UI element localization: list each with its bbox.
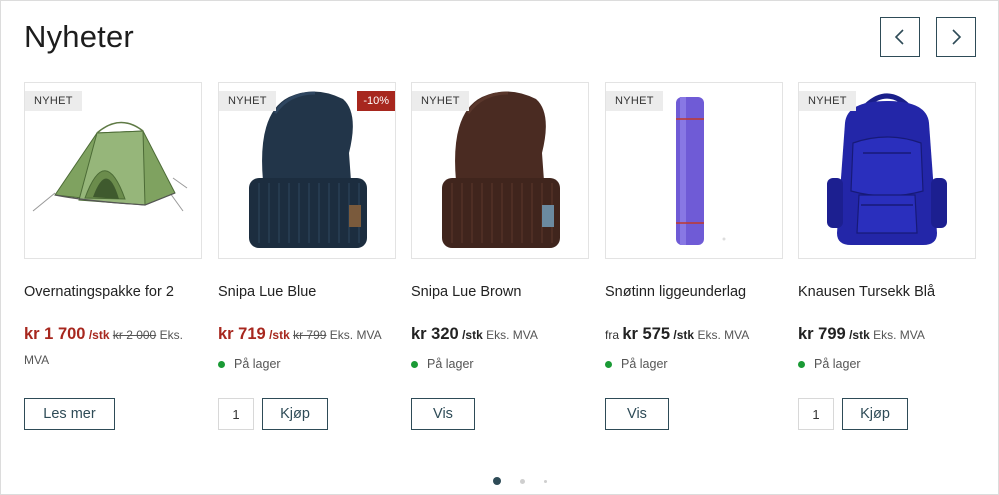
pagination-dot[interactable]: [544, 479, 547, 483]
in-stock-dot-icon: [605, 360, 612, 368]
price-from-label: fra: [605, 328, 620, 342]
carousel-pagination: [493, 477, 566, 485]
product-card: NYHET Overnatingspakke for 2 kr 1 700 /s…: [24, 82, 202, 430]
buy-button[interactable]: Kjøp: [842, 398, 908, 430]
product-image-link[interactable]: NYHET: [798, 82, 976, 259]
product-image-link[interactable]: NYHET -10%: [218, 82, 396, 259]
in-stock-dot-icon: [411, 360, 418, 368]
price-line: kr 719 /stk kr 799 Eks. MVA: [218, 322, 396, 348]
quantity-input[interactable]: 1: [798, 398, 834, 430]
in-stock-dot-icon: [218, 360, 225, 368]
price: kr 799: [798, 325, 846, 343]
stock-status: På lager: [798, 357, 861, 371]
price-line: kr 1 700 /stk kr 2 000 Eks. MVA: [24, 322, 202, 373]
new-badge: NYHET: [799, 91, 856, 111]
product-name[interactable]: Snipa Lue Blue: [218, 284, 316, 300]
product-card: NYHET -10% Snipa Lue Blue kr 719 /stk kr…: [218, 82, 396, 430]
stock-label: På lager: [814, 357, 861, 371]
price-unit: /stk: [88, 328, 110, 342]
price-line: kr 799 /stk Eks. MVA: [798, 322, 976, 348]
old-price: kr 799: [293, 328, 327, 342]
price-unit: /stk: [269, 328, 290, 342]
product-name[interactable]: Snipa Lue Brown: [411, 284, 521, 300]
old-price: kr 2 000: [112, 328, 157, 342]
product-card: NYHET Snøtinn liggeunderlag fra kr 575 /…: [605, 82, 783, 430]
price-unit: /stk: [849, 328, 870, 342]
product-name[interactable]: Overnatingspakke for 2: [24, 284, 174, 300]
read-more-button[interactable]: Les mer: [24, 398, 115, 430]
stock-status: På lager: [411, 357, 474, 371]
product-card: NYHET Snipa Lue Brown kr 320 /stk Eks. M…: [411, 82, 589, 430]
product-name[interactable]: Knausen Tursekk Blå: [798, 284, 935, 300]
stock-label: På lager: [427, 357, 474, 371]
price-unit: /stk: [673, 328, 695, 342]
product-name[interactable]: Snøtinn liggeunderlag: [605, 284, 746, 300]
product-image-link[interactable]: NYHET: [411, 82, 589, 259]
pagination-dot[interactable]: [520, 478, 525, 484]
product-image-link[interactable]: NYHET: [605, 82, 783, 259]
view-button[interactable]: Vis: [411, 398, 475, 430]
new-badge: NYHET: [606, 91, 663, 111]
chevron-right-icon: [952, 29, 962, 45]
price-unit: /stk: [462, 328, 483, 342]
in-stock-dot-icon: [798, 360, 805, 368]
price-line: kr 320 /stk Eks. MVA: [411, 322, 589, 348]
price: kr 575: [622, 325, 671, 343]
vat-note: Eks. MVA: [873, 328, 925, 342]
stock-status: På lager: [218, 357, 281, 371]
vat-note: Eks. MVA: [697, 328, 750, 342]
price: kr 719: [218, 325, 266, 343]
carousel-next-button[interactable]: [936, 17, 976, 57]
quantity-input[interactable]: 1: [218, 398, 254, 430]
buy-button[interactable]: Kjøp: [262, 398, 328, 430]
vat-note: Eks. MVA: [486, 328, 538, 342]
product-image-link[interactable]: NYHET: [24, 82, 202, 259]
stock-label: På lager: [621, 357, 668, 371]
new-badge: NYHET: [25, 91, 82, 111]
pagination-dot[interactable]: [493, 477, 501, 485]
view-button[interactable]: Vis: [605, 398, 669, 430]
stock-label: På lager: [234, 357, 281, 371]
vat-note: Eks. MVA: [329, 328, 382, 342]
price: kr 320: [411, 325, 459, 343]
price-line: fra kr 575 /stk Eks. MVA: [605, 322, 783, 348]
discount-badge: -10%: [357, 91, 395, 111]
carousel-prev-button[interactable]: [880, 17, 920, 57]
product-carousel: Nyheter NYHET Overnatingspakke for 2 kr …: [0, 0, 999, 495]
price: kr 1 700: [24, 325, 86, 343]
chevron-left-icon: [894, 29, 904, 45]
new-badge: NYHET: [412, 91, 469, 111]
product-card: NYHET Knausen Tursekk Blå kr 799 /stk Ek…: [798, 82, 976, 430]
section-title: Nyheter: [24, 19, 134, 54]
new-badge: NYHET: [219, 91, 276, 111]
stock-status: På lager: [605, 357, 668, 371]
